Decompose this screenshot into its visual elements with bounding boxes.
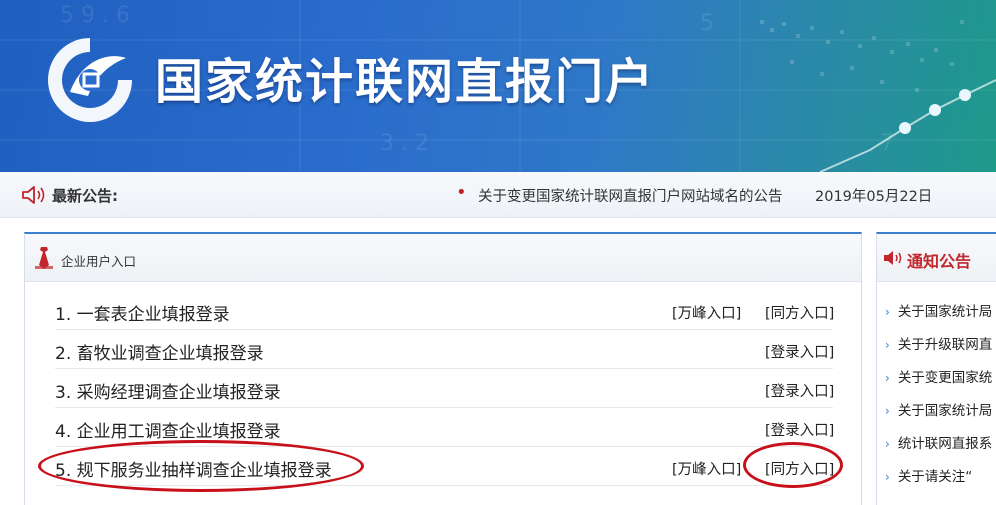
notice-item[interactable]: › 关于国家统计局 bbox=[885, 300, 992, 320]
entry-label: 2. 畜牧业调查企业填报登录 bbox=[55, 344, 264, 364]
notice-item-text: 关于请关注“ bbox=[897, 469, 973, 485]
notice-item-text: 关于国家统计局 bbox=[897, 304, 993, 320]
speaker-icon bbox=[884, 251, 902, 265]
svg-text:3 . 2: 3 . 2 bbox=[380, 131, 429, 156]
announcement-bar: 最新公告: • 关于变更国家统计联网直报门户网站域名的公告 2019年05月22… bbox=[0, 172, 996, 218]
notice-item[interactable]: › 统计联网直报系 bbox=[885, 432, 992, 452]
notice-panel: 通知公告 › 关于国家统计局 › 关于升级联网直 › 关于变更国家统 › 关于国家统计局… bbox=[876, 232, 996, 505]
chevron-right-icon: › bbox=[885, 338, 890, 352]
tongfang-entry-link[interactable]: [同方入口] bbox=[765, 458, 834, 479]
notice-panel-header: 通知公告 bbox=[877, 234, 996, 282]
list-item: 2. 畜牧业调查企业填报登录 [登录入口] bbox=[55, 330, 834, 369]
notice-panel-title: 通知公告 bbox=[907, 252, 972, 271]
logo-icon bbox=[48, 38, 132, 122]
notice-item-text: 统计联网直报系 bbox=[897, 436, 993, 452]
notice-item[interactable]: › 关于升级联网直 bbox=[885, 333, 992, 353]
notice-item[interactable]: › 关于变更国家统 bbox=[885, 366, 992, 386]
list-item: 3. 采购经理调查企业填报登录 [登录入口] bbox=[55, 369, 834, 408]
notice-item-text: 关于变更国家统 bbox=[897, 370, 993, 386]
tongfang-entry-link[interactable]: [同方入口] bbox=[765, 302, 834, 323]
site-title: 国家统计联网直报门户 bbox=[155, 54, 656, 110]
login-entry-link[interactable]: [登录入口] bbox=[765, 341, 834, 362]
svg-text:5 9 . 6: 5 9 . 6 bbox=[60, 3, 130, 28]
list-item: 1. 一套表企业填报登录 [万峰入口] [同方入口] bbox=[55, 291, 834, 330]
wanfeng-entry-link[interactable]: [万峰入口] bbox=[672, 302, 741, 323]
tie-icon bbox=[35, 247, 53, 269]
wanfeng-entry-link[interactable]: [万峰入口] bbox=[672, 458, 741, 479]
enterprise-entry-panel: 企业用户入口 1. 一套表企业填报登录 [万峰入口] [同方入口] 2. 畜牧业… bbox=[24, 232, 862, 505]
speaker-icon bbox=[22, 186, 45, 204]
notice-item-text: 关于升级联网直 bbox=[897, 337, 993, 353]
panel-title: 企业用户入口 bbox=[61, 254, 137, 269]
chevron-right-icon: › bbox=[885, 437, 890, 451]
panel-header: 企业用户入口 bbox=[25, 234, 861, 282]
login-entry-link[interactable]: [登录入口] bbox=[765, 419, 834, 440]
chevron-right-icon: › bbox=[885, 371, 890, 385]
login-entry-link[interactable]: [登录入口] bbox=[765, 380, 834, 401]
chevron-right-icon: › bbox=[885, 404, 890, 418]
entry-label: 4. 企业用工调查企业填报登录 bbox=[55, 422, 281, 442]
list-item: 5. 规下服务业抽样调查企业填报登录 [万峰入口] [同方入口] bbox=[55, 447, 834, 486]
entry-label: 1. 一套表企业填报登录 bbox=[55, 305, 230, 325]
svg-text:5: 5 bbox=[700, 11, 714, 36]
announcement-date: 2019年05月22日 bbox=[815, 189, 933, 205]
entry-label: 5. 规下服务业抽样调查企业填报登录 bbox=[55, 461, 332, 481]
notice-item-text: 关于国家统计局 bbox=[897, 403, 993, 419]
site-banner: 5 9 . 6 3 . 2 5 7 国家统计联网直报门户 bbox=[0, 0, 996, 172]
announcement-link[interactable]: 关于变更国家统计联网直报门户网站域名的公告 bbox=[478, 185, 783, 206]
chevron-right-icon: › bbox=[885, 470, 890, 484]
announcement-label: 最新公告: bbox=[52, 187, 118, 205]
notice-item[interactable]: › 关于请关注“ bbox=[885, 465, 972, 485]
list-item: 4. 企业用工调查企业填报登录 [登录入口] bbox=[55, 408, 834, 447]
bullet-icon: • bbox=[456, 182, 467, 203]
entry-label: 3. 采购经理调查企业填报登录 bbox=[55, 383, 281, 403]
chevron-right-icon: › bbox=[885, 305, 890, 319]
notice-item[interactable]: › 关于国家统计局 bbox=[885, 399, 992, 419]
